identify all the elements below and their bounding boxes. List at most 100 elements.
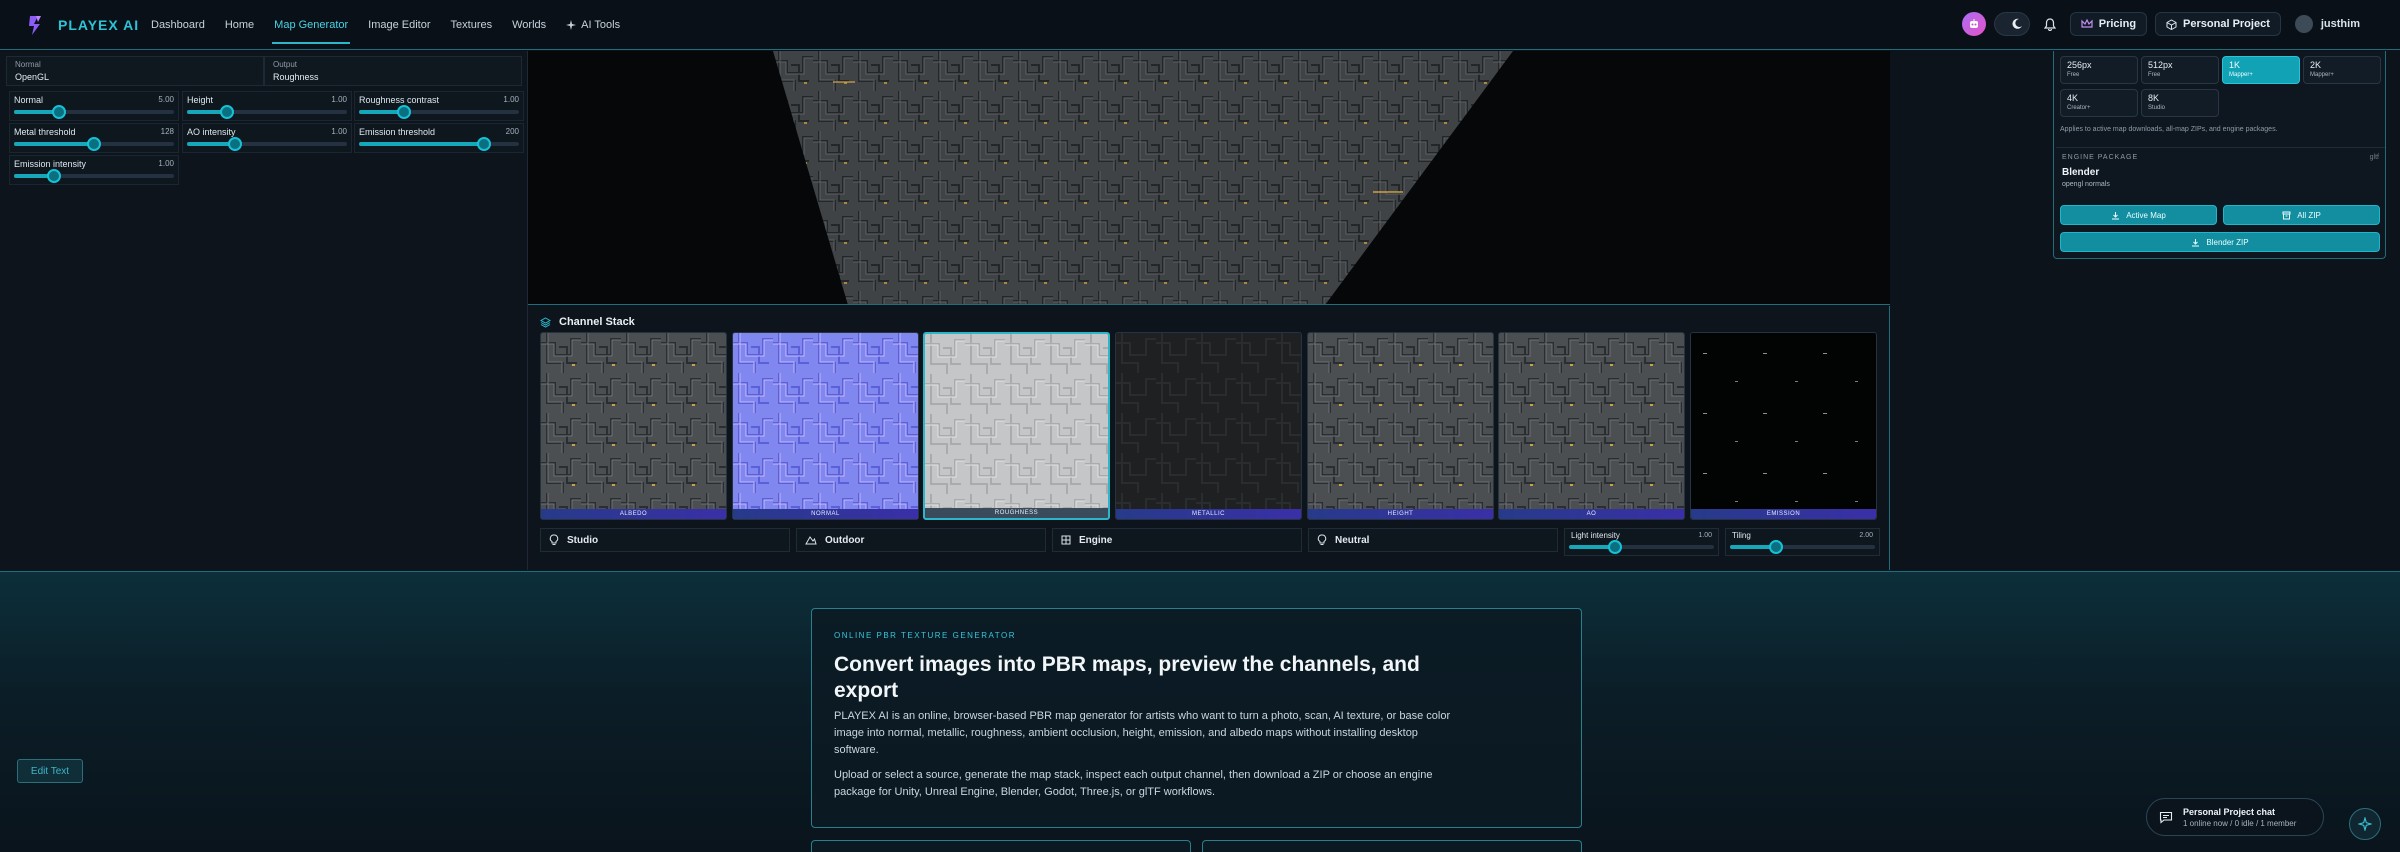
roughness-contrast-slider[interactable]: Roughness contrast 1.00 bbox=[354, 91, 524, 121]
ai-assistant-orb[interactable] bbox=[1961, 12, 1986, 36]
slider-track[interactable] bbox=[14, 137, 174, 151]
sparkle-icon bbox=[2358, 817, 2372, 831]
hero-eyebrow: ONLINE PBR TEXTURE GENERATOR bbox=[834, 631, 1017, 640]
slider-handle[interactable] bbox=[51, 105, 66, 119]
slider-handle[interactable] bbox=[476, 137, 491, 151]
resolution-8k[interactable]: 8K Studio bbox=[2141, 89, 2219, 117]
slider-handle[interactable] bbox=[228, 137, 242, 151]
emission-threshold-slider[interactable]: Emission threshold 200 bbox=[354, 123, 524, 153]
channel-roughness[interactable]: ROUGHNESS bbox=[923, 332, 1110, 520]
channel-ao[interactable]: AO bbox=[1498, 332, 1685, 520]
normal-format-select[interactable]: Normal OpenGL bbox=[6, 56, 264, 86]
nav-image-editor[interactable]: Image Editor bbox=[368, 0, 430, 50]
user-menu[interactable]: justhim bbox=[2289, 12, 2366, 36]
resolution-tier: Mapper+ bbox=[2229, 72, 2253, 78]
layers-icon bbox=[540, 316, 551, 328]
channel-stack-panel: Channel Stack ALBEDO NORMAL ROUGHNESS ME… bbox=[528, 306, 1890, 570]
resolution-512px[interactable]: 512px Free bbox=[2141, 56, 2219, 84]
output-select[interactable]: Output Roughness bbox=[264, 56, 522, 86]
download-active-map-button[interactable]: Active Map bbox=[2060, 205, 2217, 225]
ao-intensity-slider[interactable]: AO intensity 1.00 bbox=[182, 123, 352, 153]
hero-description: PLAYEX AI is an online, browser-based PB… bbox=[834, 710, 1451, 756]
cube-icon bbox=[2166, 18, 2177, 30]
resolution-2k[interactable]: 2K Mapper+ bbox=[2303, 56, 2381, 84]
nav-worlds[interactable]: Worlds bbox=[512, 0, 546, 50]
nav-textures[interactable]: Textures bbox=[451, 0, 493, 50]
normal-format-label: Normal bbox=[15, 60, 41, 69]
slider-track[interactable] bbox=[359, 137, 519, 151]
slider-handle[interactable] bbox=[87, 137, 101, 151]
edit-text-button[interactable]: Edit Text bbox=[17, 759, 83, 783]
resolution-title: 8K bbox=[2148, 93, 2160, 103]
nav-map-generator[interactable]: Map Generator bbox=[272, 0, 351, 50]
channel-stack-title: Channel Stack bbox=[559, 316, 635, 328]
theme-toggle[interactable] bbox=[1993, 12, 2030, 36]
download-icon bbox=[2112, 211, 2120, 219]
slider-handle[interactable] bbox=[220, 105, 234, 119]
channel-metallic[interactable]: METALLIC bbox=[1115, 332, 1302, 520]
bulb-icon bbox=[549, 534, 559, 545]
resolution-tier: Mapper+ bbox=[2310, 72, 2334, 78]
download-all-zip-button[interactable]: All ZIP bbox=[2223, 205, 2380, 225]
resolution-1k[interactable]: 1K Mapper+ bbox=[2222, 56, 2300, 84]
brand-logo[interactable]: PLAYEX AI bbox=[26, 14, 139, 36]
export-panel: 256px Free 512px Free 1K Mapper+ 2K Mapp… bbox=[2053, 51, 2386, 259]
slider-track[interactable] bbox=[14, 169, 174, 183]
nav-dashboard[interactable]: Dashboard bbox=[151, 0, 205, 50]
project-switcher[interactable]: Personal Project bbox=[2155, 12, 2281, 36]
nav-home[interactable]: Home bbox=[225, 0, 254, 50]
pricing-label: Pricing bbox=[2098, 18, 2137, 30]
tiling-slider[interactable]: Tiling 2.00 bbox=[1725, 528, 1880, 556]
bulb-icon bbox=[1317, 534, 1327, 545]
slider-value: 1.00 bbox=[1698, 532, 1712, 539]
slider-label: Normal bbox=[14, 95, 44, 105]
slider-track[interactable] bbox=[187, 105, 347, 119]
main-nav: Dashboard Home Map Generator Image Edito… bbox=[151, 0, 640, 50]
channel-label: NORMAL bbox=[733, 509, 918, 519]
ai-assistant-fab[interactable] bbox=[2349, 808, 2381, 840]
slider-handle[interactable] bbox=[47, 169, 61, 183]
slider-label: Metal threshold bbox=[14, 127, 76, 137]
lighting-outdoor-button[interactable]: Outdoor bbox=[796, 528, 1046, 552]
channel-emission[interactable]: EMISSION bbox=[1690, 332, 1877, 520]
resolution-tier: Studio bbox=[2148, 105, 2166, 111]
pricing-button[interactable]: Pricing bbox=[2069, 12, 2148, 36]
metal-threshold-slider[interactable]: Metal threshold 128 bbox=[9, 123, 179, 153]
notifications-button[interactable] bbox=[2038, 12, 2062, 36]
slider-track[interactable] bbox=[14, 105, 174, 119]
lighting-engine-button[interactable]: Engine bbox=[1052, 528, 1302, 552]
slider-track[interactable] bbox=[187, 137, 347, 151]
resolution-256px[interactable]: 256px Free bbox=[2060, 56, 2138, 84]
lighting-neutral-button[interactable]: Neutral bbox=[1308, 528, 1558, 552]
slider-handle[interactable] bbox=[1769, 540, 1784, 554]
channel-label: ALBEDO bbox=[541, 509, 726, 519]
slider-value: 1.00 bbox=[503, 95, 519, 104]
slider-track[interactable] bbox=[359, 105, 519, 119]
slider-label: AO intensity bbox=[187, 127, 236, 137]
height-slider[interactable]: Height 1.00 bbox=[182, 91, 352, 121]
lighting-studio-button[interactable]: Studio bbox=[540, 528, 790, 552]
nav-ai-tools[interactable]: AI Tools bbox=[566, 0, 620, 50]
channel-normal[interactable]: NORMAL bbox=[732, 332, 919, 520]
slider-track[interactable] bbox=[1569, 540, 1714, 554]
normal-preview bbox=[733, 333, 918, 519]
hero-card: ONLINE PBR TEXTURE GENERATOR Convert ima… bbox=[811, 608, 1582, 828]
channel-albedo[interactable]: ALBEDO bbox=[540, 332, 727, 520]
resolution-4k[interactable]: 4K Creator+ bbox=[2060, 89, 2138, 117]
chat-status: 1 online now / 0 idle / 1 member bbox=[2183, 818, 2297, 828]
nav-actions: Pricing Personal Project justhim bbox=[1961, 12, 2366, 36]
slider-label: Light intensity bbox=[1571, 531, 1620, 540]
slider-handle[interactable] bbox=[1608, 540, 1623, 554]
emission-intensity-slider[interactable]: Emission intensity 1.00 bbox=[9, 155, 179, 185]
download-blender-zip-button[interactable]: Blender ZIP bbox=[2060, 232, 2380, 252]
channel-height[interactable]: HEIGHT bbox=[1307, 332, 1494, 520]
3d-preview-viewport[interactable] bbox=[528, 51, 1890, 305]
light-intensity-slider[interactable]: Light intensity 1.00 bbox=[1564, 528, 1719, 556]
slider-fill bbox=[14, 142, 94, 146]
normal-strength-slider[interactable]: Normal 5.00 bbox=[9, 91, 179, 121]
slider-handle[interactable] bbox=[396, 105, 411, 119]
top-navbar: PLAYEX AI Dashboard Home Map Generator I… bbox=[0, 0, 2400, 50]
slider-track[interactable] bbox=[1730, 540, 1875, 554]
slider-label: Height bbox=[187, 95, 214, 105]
project-chat-button[interactable]: Personal Project chat 1 online now / 0 i… bbox=[2146, 798, 2324, 836]
